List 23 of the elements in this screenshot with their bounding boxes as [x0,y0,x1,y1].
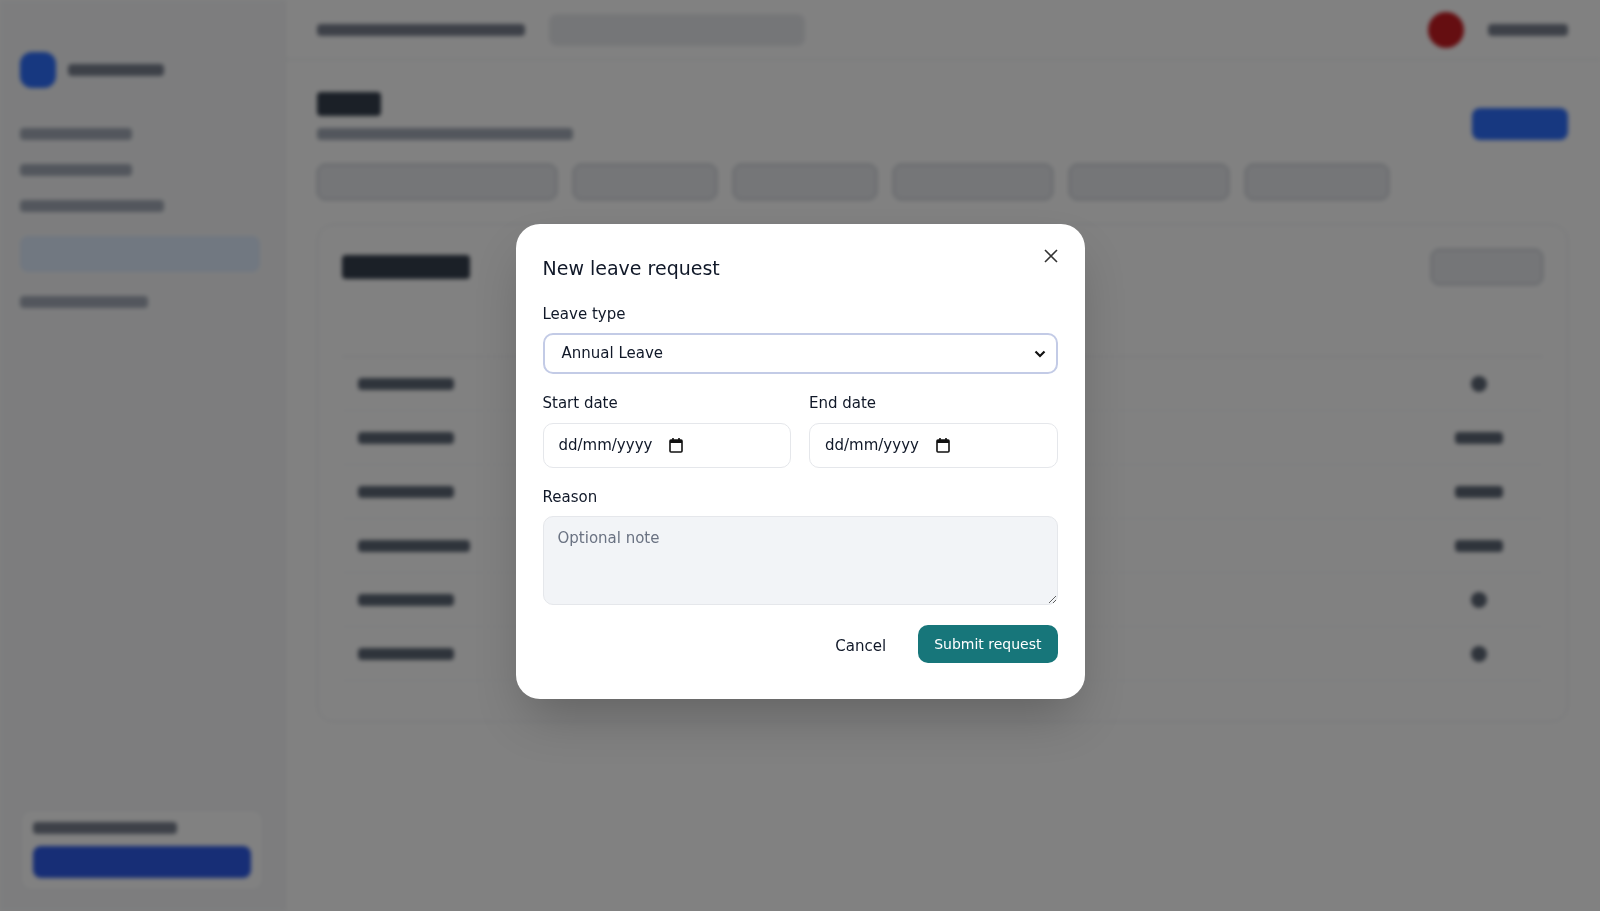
submit-button[interactable]: Submit request [918,625,1058,663]
date-input[interactable]: dd/mm/yyyy [809,422,1058,468]
app-logo-icon [20,52,56,88]
more-icon[interactable] [1471,375,1487,392]
more-icon[interactable] [1471,645,1487,662]
leave-type-select[interactable]: Annual Leave [542,333,1058,374]
blurred-text [1455,539,1503,552]
new-request-button[interactable] [1472,108,1568,140]
date-input[interactable]: dd/mm/yyyy [542,422,791,468]
field-label: End date [809,393,877,414]
calendar-icon[interactable] [935,437,950,453]
blurred-text [1455,431,1503,444]
field-label: Leave type [542,303,626,325]
calendar-icon[interactable] [669,437,684,453]
blurred-text [317,92,381,116]
field-label: Reason [542,486,598,508]
blurred-text [1455,485,1503,498]
cancel-button[interactable]: Cancel [827,627,895,665]
more-icon[interactable] [1471,591,1487,608]
field-label: Start date [542,393,618,414]
chevron-down-icon [1033,349,1046,358]
reason-textarea[interactable]: Optional note [542,516,1058,605]
dialog-title: New leave request [542,256,720,281]
